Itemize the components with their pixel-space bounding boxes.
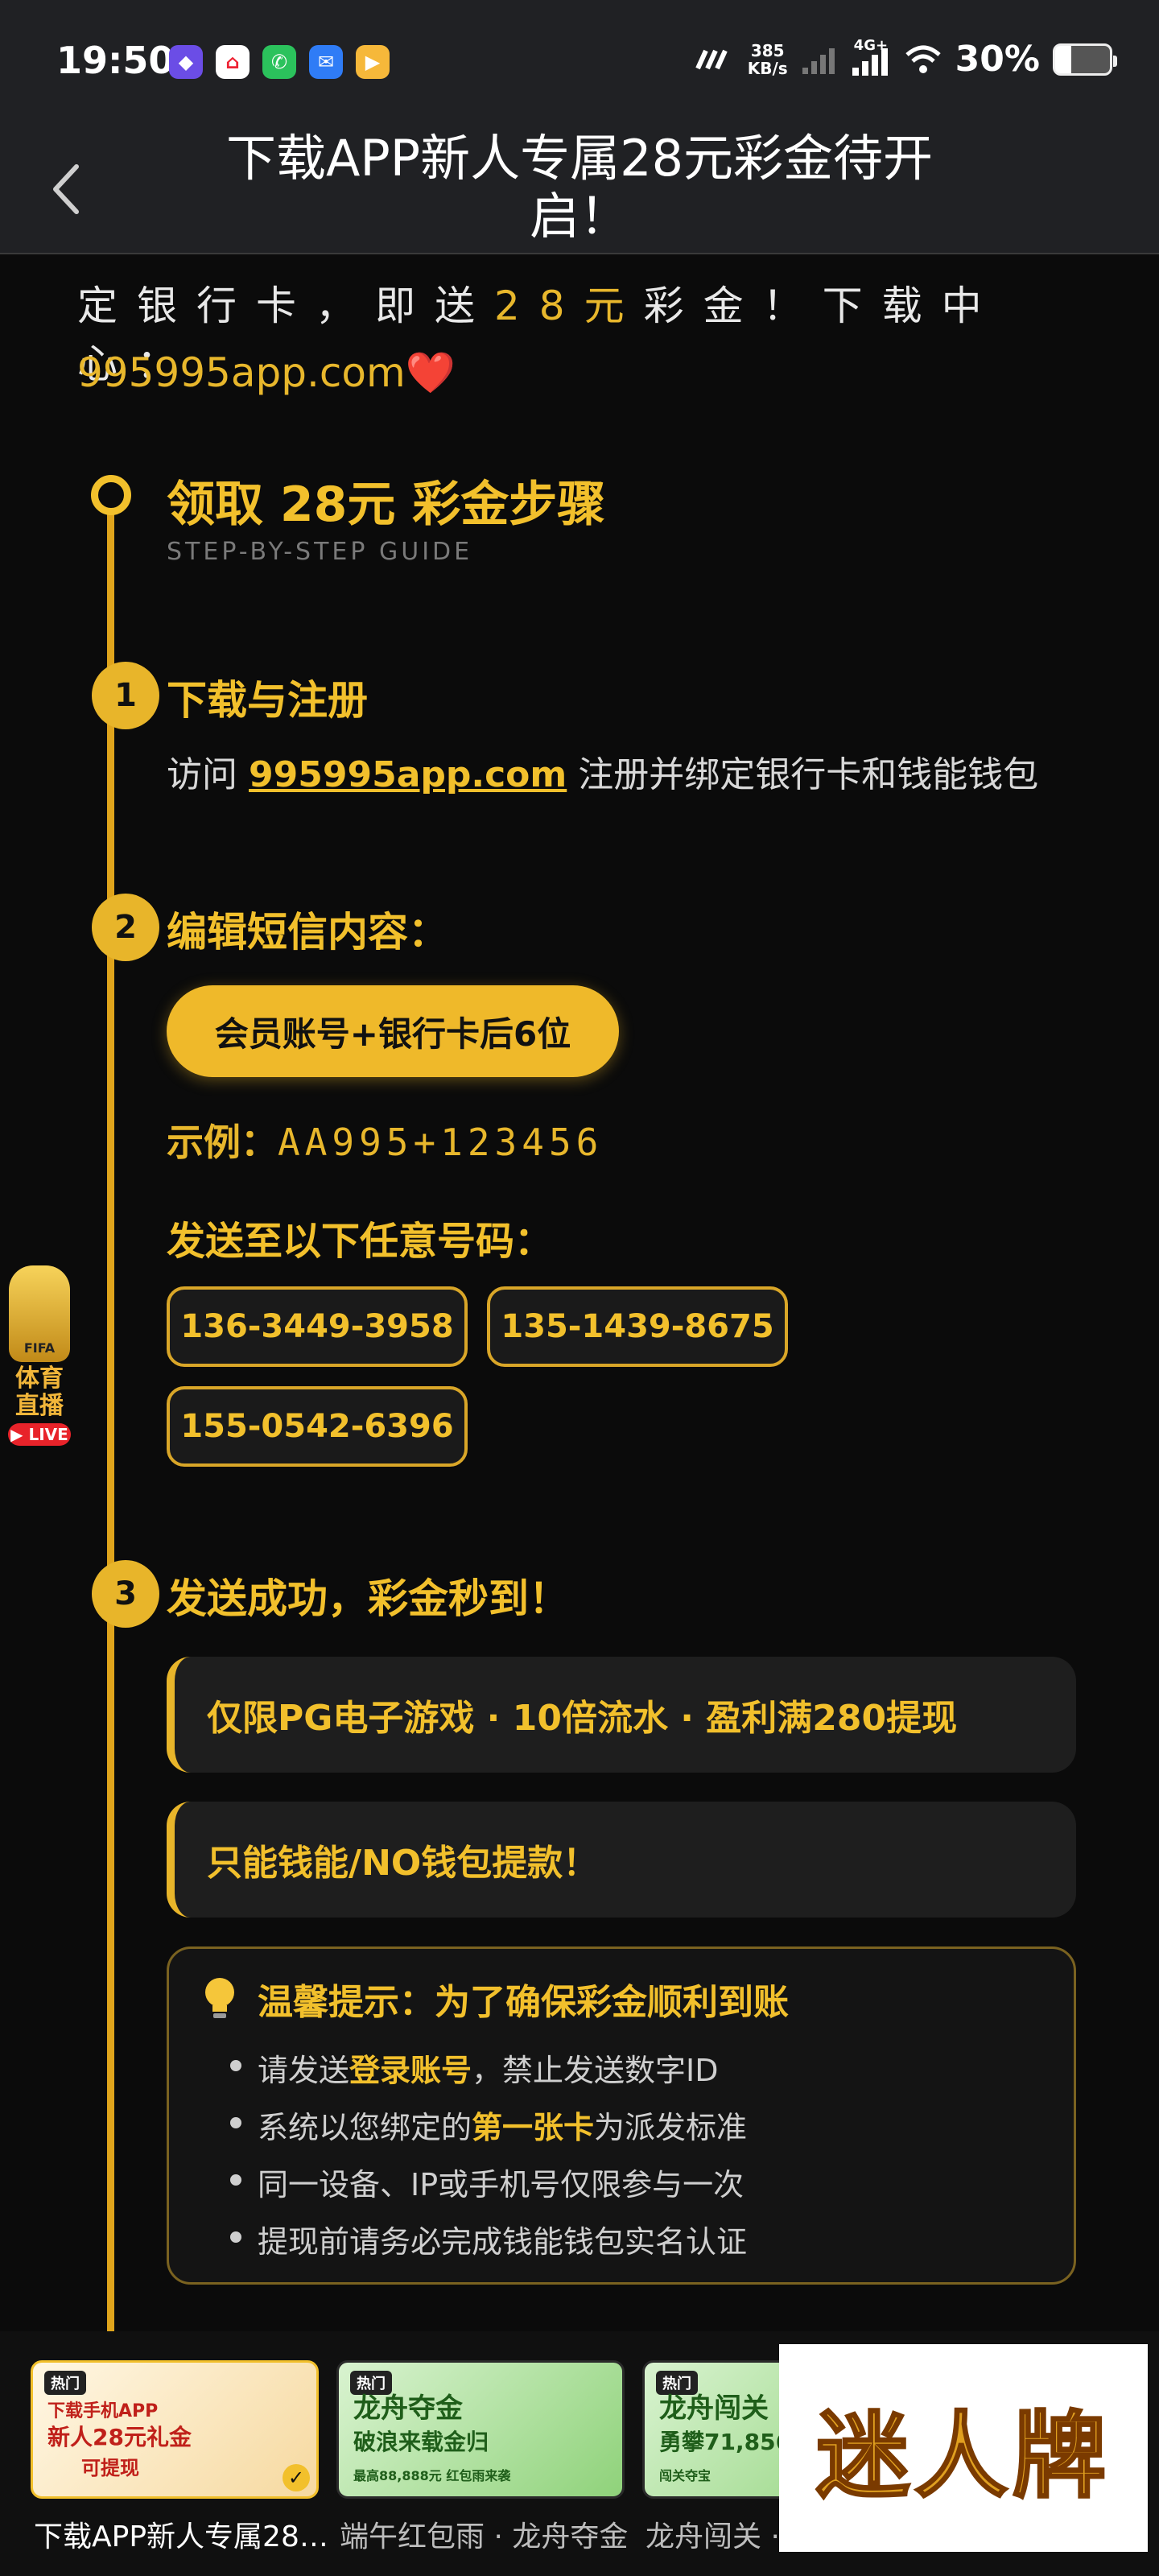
sms-format-pill: 会员账号+银行卡后6位	[167, 985, 619, 1077]
trophy-icon: FIFA	[9, 1265, 70, 1362]
bank-app-icon: ⌂	[216, 45, 250, 79]
page-title: 下载APP新人专属28元彩金待开启！	[225, 129, 934, 246]
hot-tag: 热门	[350, 2371, 392, 2395]
phone-app-icon: ✆	[262, 45, 296, 79]
hot-tag: 热门	[44, 2371, 86, 2395]
related-card[interactable]: 热门 下载手机APP 新人28元礼金 可提现 ✓	[31, 2360, 319, 2499]
tips-title: 温馨提示：为了确保彩金顺利到账	[200, 1973, 789, 2025]
step-1-number: 1	[92, 662, 159, 729]
title-bar: 下载APP新人专属28元彩金待开启！	[0, 121, 1159, 254]
video-app-icon: ▶	[356, 45, 390, 79]
phone-number-button[interactable]: 136-3449-3958	[167, 1286, 468, 1367]
status-time: 19:50	[56, 39, 175, 82]
tip-item: 系统以您绑定的第一张卡为派发标准	[229, 2103, 747, 2160]
watermark-logo: 迷人牌	[779, 2344, 1148, 2552]
message-app-icon: ✉	[309, 45, 343, 79]
wifi-icon	[905, 45, 941, 73]
tips-box: 温馨提示：为了确保彩金顺利到账 请发送登录账号，禁止发送数字ID 系统以您绑定的…	[167, 1946, 1076, 2285]
tip-item: 同一设备、IP或手机号仅限参与一次	[229, 2160, 747, 2217]
step-3-title: 发送成功，彩金秒到！	[167, 1575, 569, 1622]
phone-number-button[interactable]: 135-1439-8675	[487, 1286, 788, 1367]
related-card[interactable]: 热门 龙舟夺金 破浪来载金归 最高88,888元 红包雨来袭	[336, 2360, 625, 2499]
heart-icon: ❤️	[405, 349, 456, 396]
status-bar: 19:50 ◆ ⌂ ✆ ✉ ▶ 385 KB/s 4G+ 30%	[0, 0, 1159, 121]
check-icon: ✓	[283, 2464, 310, 2491]
rule-note: 仅限PG电子游戏 · 10倍流水 · 盈利满280提现	[167, 1657, 1076, 1773]
related-card-label[interactable]: 龙舟闯关 ·	[645, 2513, 780, 2555]
tips-list: 请发送登录账号，禁止发送数字ID 系统以您绑定的第一张卡为派发标准 同一设备、I…	[229, 2046, 747, 2274]
sports-live-label: 体育 直播	[15, 1364, 64, 1420]
battery-percent: 30%	[955, 39, 1040, 80]
app-notification-icon: ◆	[169, 45, 203, 79]
timeline-line	[107, 488, 114, 2339]
fifa-live-badge[interactable]: FIFA 体育 直播 ▶ LIVE	[5, 1265, 74, 1451]
step-1-link[interactable]: 995995app.com	[249, 754, 567, 795]
signal-weak-icon	[802, 47, 835, 74]
lightbulb-icon	[205, 1978, 234, 2018]
tip-item: 提现前请务必完成钱能钱包实名认证	[229, 2217, 747, 2274]
guide-subtitle: STEP-BY-STEP GUIDE	[167, 538, 473, 566]
cellular-signal-icon: 4G+	[851, 37, 891, 77]
notification-icons: ◆ ⌂ ✆ ✉ ▶	[169, 45, 390, 79]
related-card-label[interactable]: 端午红包雨 · 龙舟夺金	[340, 2513, 628, 2555]
live-tag: ▶ LIVE	[8, 1423, 71, 1446]
chevron-left-icon	[53, 164, 79, 214]
guide-title: 领取 28元 彩金步骤	[167, 477, 606, 533]
back-button[interactable]	[29, 153, 101, 225]
withdraw-note: 只能钱能/NO钱包提款！	[167, 1802, 1076, 1918]
step-1-title: 下载与注册	[167, 677, 368, 724]
intro-download-link[interactable]: 995995app.com❤️	[77, 349, 456, 397]
phone-number-button[interactable]: 155-0542-6396	[167, 1386, 468, 1467]
battery-icon	[1053, 43, 1117, 76]
article-content: 定银行卡，即送28元彩金！下载中心： 995995app.com❤️ 领取 28…	[0, 254, 1159, 2339]
step-2-title: 编辑短信内容：	[167, 909, 448, 956]
send-to-label: 发送至以下任意号码：	[167, 1219, 554, 1264]
hot-tag: 热门	[656, 2371, 698, 2395]
nfc-icon	[695, 49, 728, 69]
step-2-number: 2	[92, 894, 159, 961]
network-speed: 385 KB/s	[747, 40, 788, 78]
step-1-text: 访问 995995app.com 注册并绑定银行卡和钱能钱包	[167, 754, 1039, 795]
related-card-label[interactable]: 下载APP新人专属28…	[34, 2513, 328, 2555]
timeline-start-icon	[91, 475, 131, 515]
tip-item: 请发送登录账号，禁止发送数字ID	[229, 2046, 747, 2103]
step-3-number: 3	[92, 1560, 159, 1628]
status-indicators: 385 KB/s 4G+ 30%	[695, 37, 1117, 80]
sms-example: 示例：AA995+123456	[167, 1121, 604, 1164]
